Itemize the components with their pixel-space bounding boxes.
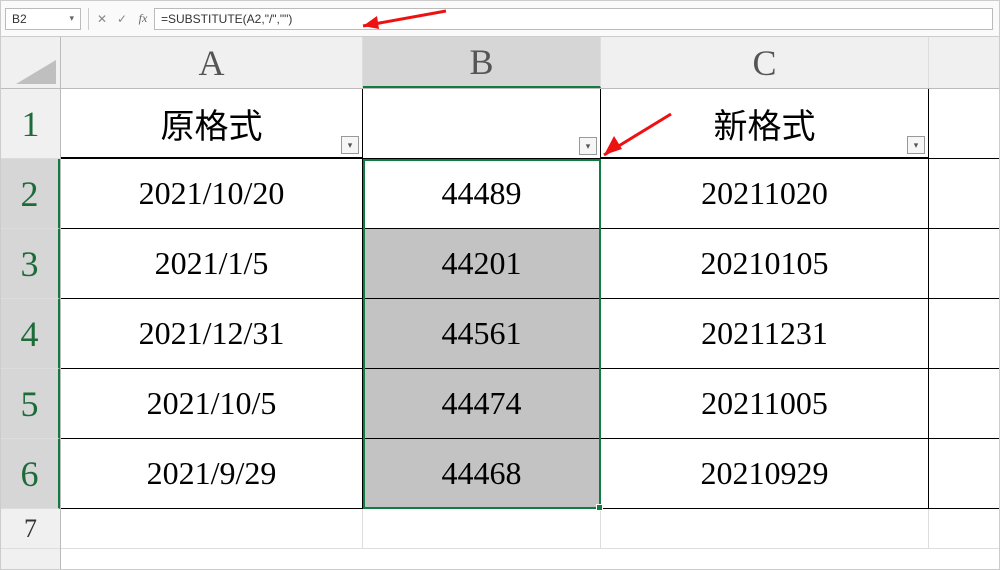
separator — [88, 8, 89, 30]
row-header-1[interactable]: 1 — [1, 89, 60, 159]
cell-A2[interactable]: 2021/10/20 — [61, 159, 363, 228]
spreadsheet-grid: A B C 1 2 3 4 5 6 7 原格式 ▾ ▾ 新格式 ▾ — [1, 37, 999, 569]
column-header-C[interactable]: C — [601, 37, 929, 88]
cell-text: 20210105 — [701, 245, 829, 282]
cell-A1[interactable]: 原格式 ▾ — [61, 89, 363, 158]
formula-bar: B2 ▾ ✕ ✓ fx =SUBSTITUTE(A2,"/","") — [1, 1, 999, 37]
cell-A3[interactable]: 2021/1/5 — [61, 229, 363, 298]
cell-B7[interactable] — [363, 509, 601, 548]
formula-input[interactable]: =SUBSTITUTE(A2,"/","") — [154, 8, 993, 30]
row-header-2[interactable]: 2 — [1, 159, 60, 229]
cell-text: 44201 — [442, 245, 522, 282]
cell-B5[interactable]: 44474 — [363, 369, 601, 438]
cell-text: 2021/10/5 — [147, 385, 277, 422]
table-row: 2021/10/20 44489 20211020 — [61, 159, 999, 229]
cell-A7[interactable] — [61, 509, 363, 548]
cell-B6[interactable]: 44468 — [363, 439, 601, 508]
cell-C2[interactable]: 20211020 — [601, 159, 929, 228]
filter-icon[interactable]: ▾ — [907, 136, 925, 154]
cell-A5[interactable]: 2021/10/5 — [61, 369, 363, 438]
cell-text: 2021/10/20 — [139, 175, 285, 212]
cell-text: 20210929 — [701, 455, 829, 492]
table-row: 2021/9/29 44468 20210929 — [61, 439, 999, 509]
row-header-3[interactable]: 3 — [1, 229, 60, 299]
row-headers: 1 2 3 4 5 6 7 — [1, 89, 61, 569]
cell-B3[interactable]: 44201 — [363, 229, 601, 298]
cell-text: 20211020 — [701, 175, 828, 212]
cell-text: 20211231 — [701, 315, 828, 352]
column-headers: A B C — [61, 37, 999, 89]
filter-icon[interactable]: ▾ — [579, 137, 597, 155]
table-row: 2021/1/5 44201 20210105 — [61, 229, 999, 299]
cell-C6[interactable]: 20210929 — [601, 439, 929, 508]
cell-B4[interactable]: 44561 — [363, 299, 601, 368]
cell-C4[interactable]: 20211231 — [601, 299, 929, 368]
cell-text: 2021/12/31 — [139, 315, 285, 352]
cell-B1[interactable]: ▾ — [363, 89, 601, 158]
cell-text: 2021/9/29 — [147, 455, 277, 492]
cells-area: 原格式 ▾ ▾ 新格式 ▾ 2021/10/20 44489 20211020 … — [61, 89, 999, 569]
cell-text: 20211005 — [701, 385, 828, 422]
cell-C7[interactable] — [601, 509, 929, 548]
cell-text: 44489 — [442, 175, 522, 212]
cell-A4[interactable]: 2021/12/31 — [61, 299, 363, 368]
cell-text: 44468 — [442, 455, 522, 492]
table-row: 2021/12/31 44561 20211231 — [61, 299, 999, 369]
cell-text: 44474 — [442, 385, 522, 422]
row-header-4[interactable]: 4 — [1, 299, 60, 369]
fx-button[interactable]: fx — [132, 11, 154, 26]
table-row — [61, 509, 999, 549]
confirm-formula-button[interactable]: ✓ — [112, 8, 132, 30]
cell-C3[interactable]: 20210105 — [601, 229, 929, 298]
cell-text: 2021/1/5 — [155, 245, 269, 282]
column-header-B[interactable]: B — [363, 37, 601, 88]
row-header-7[interactable]: 7 — [1, 509, 60, 549]
table-row: 2021/10/5 44474 20211005 — [61, 369, 999, 439]
table-row: 原格式 ▾ ▾ 新格式 ▾ — [61, 89, 999, 159]
cell-text: 新格式 — [714, 99, 816, 148]
name-box-value: B2 — [12, 12, 64, 26]
cell-C1[interactable]: 新格式 ▾ — [601, 89, 929, 158]
formula-text: =SUBSTITUTE(A2,"/","") — [161, 12, 292, 26]
filter-icon[interactable]: ▾ — [341, 136, 359, 154]
cell-A6[interactable]: 2021/9/29 — [61, 439, 363, 508]
cell-text: 原格式 — [161, 99, 263, 148]
column-header-A[interactable]: A — [61, 37, 363, 88]
cell-B2[interactable]: 44489 — [363, 159, 601, 228]
row-header-6[interactable]: 6 — [1, 439, 60, 509]
cell-text: 44561 — [442, 315, 522, 352]
row-header-5[interactable]: 5 — [1, 369, 60, 439]
name-box-dropdown-icon[interactable]: ▾ — [64, 13, 74, 24]
name-box[interactable]: B2 ▾ — [5, 8, 81, 30]
select-all-corner[interactable] — [1, 37, 61, 89]
cell-C5[interactable]: 20211005 — [601, 369, 929, 438]
cancel-formula-button[interactable]: ✕ — [92, 8, 112, 30]
